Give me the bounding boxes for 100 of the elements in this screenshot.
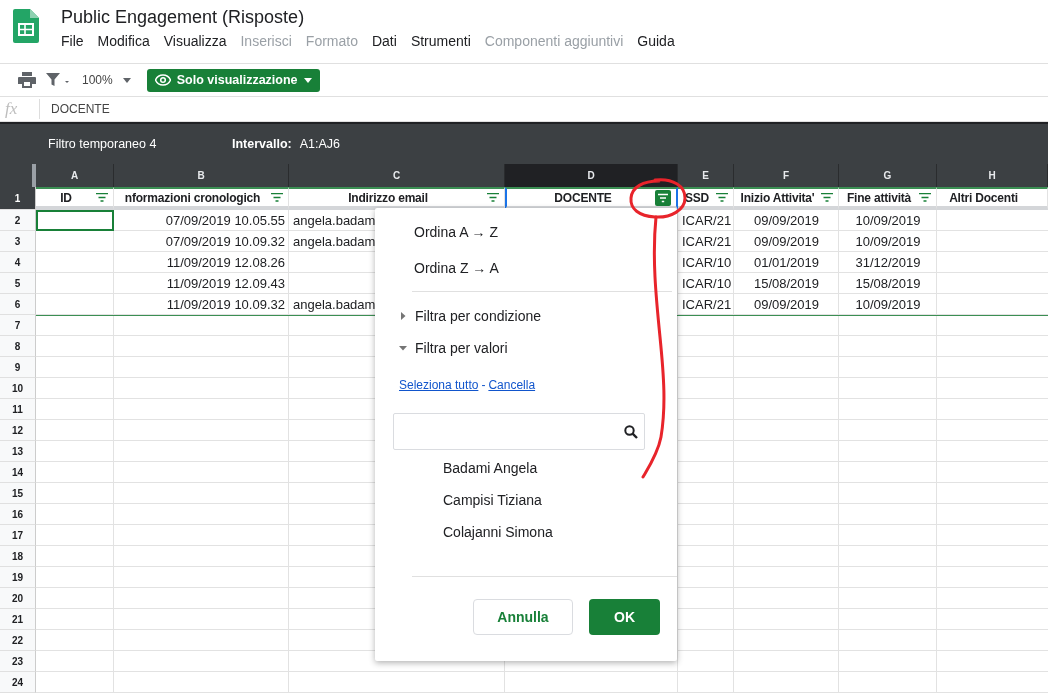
table-cell-text: 11/09/2019 10.09.32 — [165, 295, 286, 314]
row-header[interactable]: 1 — [0, 187, 36, 210]
menu-item[interactable]: Modifica — [97, 33, 150, 49]
sort-option[interactable]: Ordina A → Z — [375, 214, 677, 249]
row-header[interactable]: 8 — [0, 336, 36, 357]
table-cell-text: 07/09/2019 10.05.55 — [164, 211, 286, 230]
zoom-select[interactable]: 100% — [82, 73, 113, 87]
filter-icon[interactable] — [716, 193, 728, 202]
row-header[interactable]: 13 — [0, 441, 36, 462]
row-header[interactable]: 17 — [0, 525, 36, 546]
header-cell: Inizio Attivita' — [740, 190, 815, 205]
row-header[interactable]: 2 — [0, 210, 36, 231]
link-separator: - — [481, 378, 486, 392]
row-header[interactable]: 24 — [0, 672, 36, 693]
search-icon — [624, 424, 638, 439]
row-header[interactable]: 10 — [0, 378, 36, 399]
table-cell-text: 15/08/2019 — [854, 274, 922, 293]
column-header[interactable]: G — [839, 164, 937, 187]
table-cell-text: 09/09/2019 — [752, 211, 821, 230]
row-header[interactable]: 9 — [0, 357, 36, 378]
filter-icon[interactable] — [46, 73, 70, 87]
row-header[interactable]: 7 — [0, 315, 36, 336]
formula-label: fx — [0, 99, 40, 119]
header-cell: DOCENTE — [554, 190, 612, 205]
ok-button[interactable]: OK — [589, 599, 660, 635]
column-header[interactable]: D — [505, 164, 678, 187]
row-header[interactable]: 22 — [0, 630, 36, 651]
table-cell-text: angela.badam — [292, 232, 377, 251]
caret-icon[interactable] — [122, 77, 131, 83]
eye-icon — [154, 74, 171, 86]
header-cell: ID — [60, 190, 72, 205]
table-cell-text: 09/09/2019 — [752, 232, 821, 251]
row-header[interactable]: 20 — [0, 588, 36, 609]
table-cell-text: 11/09/2019 12.09.43 — [165, 274, 286, 293]
filter-icon[interactable] — [919, 193, 931, 202]
column-header[interactable]: E — [678, 164, 734, 187]
filter-value-item[interactable]: Colajanni Simona — [443, 516, 677, 548]
filter-icon[interactable] — [271, 193, 283, 202]
row-header[interactable]: 14 — [0, 462, 36, 483]
row-header[interactable]: 23 — [0, 651, 36, 672]
header-cell: nformazioni cronologich — [124, 190, 261, 205]
header-cell: SSD — [684, 190, 710, 205]
table-cell-text: ICAR/21 — [681, 295, 733, 314]
table-cell-text: 10/09/2019 — [854, 211, 922, 230]
table-cell-text: 11/09/2019 12.08.26 — [165, 253, 286, 272]
filter-view-name[interactable]: Filtro temporaneo 4 — [48, 137, 232, 151]
table-cell-text: 10/09/2019 — [854, 295, 922, 314]
row-header[interactable]: 4 — [0, 252, 36, 273]
filter-section-toggle[interactable]: Filtra per condizione — [375, 300, 677, 332]
filter-icon[interactable] — [655, 189, 671, 206]
menu-item[interactable]: Visualizza — [163, 33, 227, 49]
menu-item[interactable]: Dati — [371, 33, 397, 49]
filter-icon[interactable] — [487, 193, 499, 202]
select-all-link[interactable]: Seleziona tutto — [399, 378, 479, 392]
filter-icon[interactable] — [96, 193, 108, 202]
cancel-button[interactable]: Annulla — [473, 599, 573, 635]
row-header[interactable]: 18 — [0, 546, 36, 567]
column-header[interactable]: C — [289, 164, 505, 187]
caret-right-icon — [399, 312, 407, 320]
table-cell-text: angela.badam — [292, 295, 377, 314]
range-value[interactable]: A1:AJ6 — [299, 137, 341, 151]
filter-section-toggle[interactable]: Filtra per valori — [375, 332, 677, 364]
caret-down-icon — [399, 344, 407, 352]
column-header[interactable]: F — [734, 164, 839, 187]
formula-field[interactable]: DOCENTE — [40, 102, 110, 116]
row-header[interactable]: 12 — [0, 420, 36, 441]
menu-item[interactable]: Guida — [637, 33, 675, 49]
table-cell-text: 10/09/2019 — [854, 232, 922, 251]
column-header[interactable]: A — [36, 164, 114, 187]
table-cell-text: ICAR/21 — [681, 211, 733, 230]
menu-item[interactable]: Strumenti — [410, 33, 471, 49]
menu-item[interactable]: File — [61, 33, 84, 49]
table-cell-text: ICAR/10 — [681, 274, 733, 293]
row-header[interactable]: 16 — [0, 504, 36, 525]
view-only-button[interactable]: Solo visualizzazione — [146, 68, 320, 92]
table-cell-text: 07/09/2019 10.09.32 — [164, 232, 286, 251]
filter-value-item[interactable]: Campisi Tiziana — [443, 484, 677, 516]
filter-value-item[interactable]: Badami Angela — [443, 452, 677, 484]
range-label: Intervallo: — [232, 137, 292, 151]
selected-cell[interactable] — [36, 210, 114, 231]
row-header[interactable]: 6 — [0, 294, 36, 315]
column-header[interactable]: H — [937, 164, 1048, 187]
row-header[interactable]: 5 — [0, 273, 36, 294]
table-cell-text: ICAR/21 — [681, 232, 733, 251]
clear-link[interactable]: Cancella — [488, 378, 536, 392]
sort-option[interactable]: Ordina Z → A — [375, 250, 677, 285]
header-cell: Fine attività — [846, 190, 912, 205]
document-title[interactable]: Public Engagement (Risposte) — [61, 6, 689, 28]
row-header[interactable]: 21 — [0, 609, 36, 630]
row-header[interactable]: 19 — [0, 567, 36, 588]
table-cell-text: 01/01/2019 — [752, 253, 821, 272]
column-header[interactable]: B — [114, 164, 289, 187]
row-header[interactable]: 3 — [0, 231, 36, 252]
spreadsheet-logo-icon[interactable] — [13, 9, 39, 43]
print-icon[interactable] — [18, 72, 36, 88]
filter-icon[interactable] — [821, 193, 833, 202]
caret-icon — [303, 77, 312, 83]
search-field[interactable] — [393, 413, 645, 450]
row-header[interactable]: 11 — [0, 399, 36, 420]
row-header[interactable]: 15 — [0, 483, 36, 504]
